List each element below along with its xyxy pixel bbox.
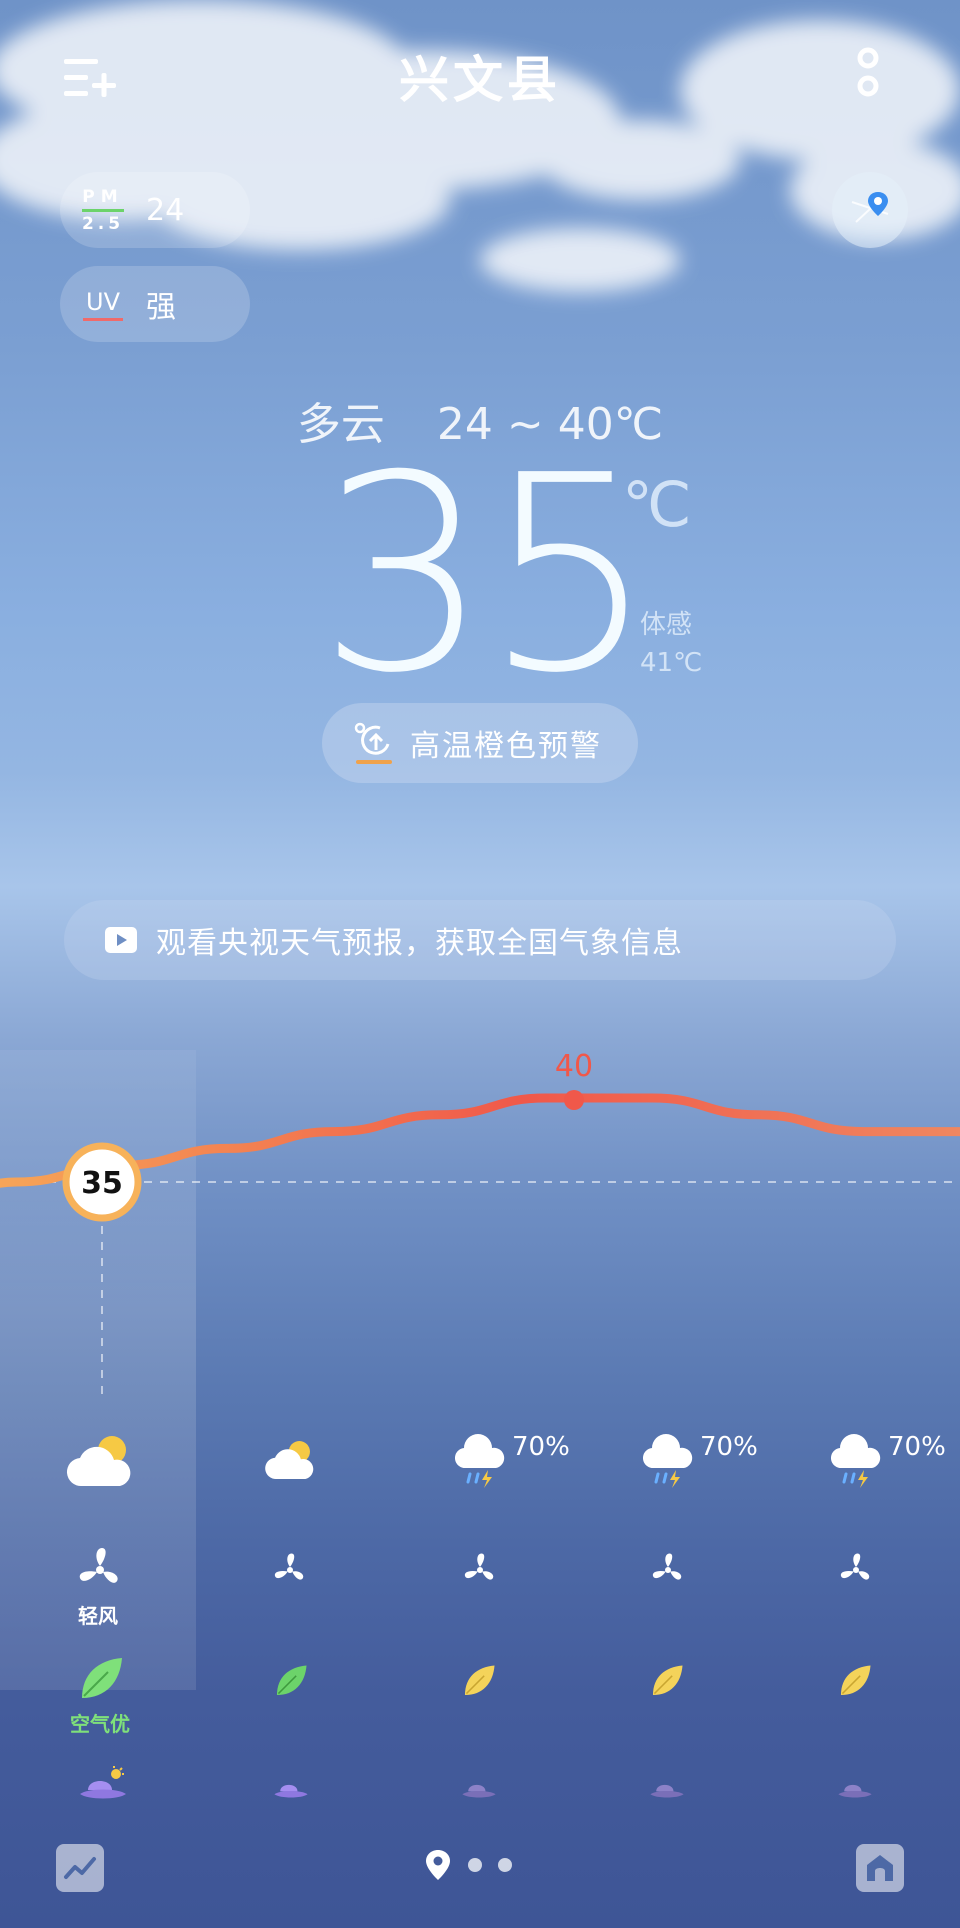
hour-0-air-label: 空气优: [70, 1712, 130, 1736]
hour-1-uv-icon: [272, 1774, 310, 1804]
hour-4-precip: 70%: [888, 1432, 946, 1462]
hour-0-weather-icon: [66, 1432, 136, 1494]
wind-fan-icon: [464, 1553, 494, 1580]
city-title: 兴文县: [399, 51, 561, 109]
hour-2-air-icon: [462, 1664, 496, 1702]
sun-hat-icon: [650, 1784, 684, 1798]
leaf-icon: [276, 1665, 307, 1696]
temperature-line: [0, 1093, 960, 1188]
leaf-icon: [652, 1665, 683, 1696]
uv-value: 强: [146, 290, 176, 325]
thunder-rain-icon: [642, 1434, 693, 1488]
temperature-unit: ℃: [622, 468, 692, 541]
partly-cloudy-icon: [265, 1441, 314, 1479]
sun-hat-icon: [80, 1766, 126, 1799]
more-menu-button[interactable]: [838, 44, 898, 112]
sun-hat-icon: [462, 1784, 496, 1798]
sun-hat-icon: [274, 1784, 308, 1798]
sun-hat-icon: [838, 1784, 872, 1798]
hour-4-weather-icon: [830, 1434, 882, 1494]
location-pin-icon: [426, 1850, 450, 1880]
thunder-rain-icon: [454, 1434, 505, 1488]
pm-label-bottom: 2.5: [81, 213, 125, 234]
hour-0-wind-icon: [76, 1546, 124, 1598]
peak-label: 40: [555, 1049, 593, 1084]
banner-text: 观看央视天气预报，获取全国气象信息: [156, 926, 683, 961]
temperature-chart: 40 35: [0, 1049, 960, 1395]
home-icon: [867, 1855, 893, 1881]
feels-like-label: 体感: [640, 610, 693, 640]
cctv-forecast-banner[interactable]: 观看央视天气预报，获取全国气象信息: [64, 900, 896, 980]
page-dot: [468, 1858, 482, 1872]
wind-fan-icon: [652, 1553, 682, 1580]
trend-chart-icon: [64, 1857, 96, 1879]
feels-like-value: 41℃: [640, 648, 703, 678]
hour-2-precip: 70%: [512, 1432, 570, 1462]
map-pin-icon: [851, 192, 889, 223]
trend-button[interactable]: [56, 1844, 104, 1892]
hour-0-air-icon: [78, 1656, 124, 1706]
pm25-value: 24: [146, 192, 185, 228]
page-indicator[interactable]: [424, 1848, 512, 1882]
wind-fan-icon: [79, 1548, 118, 1583]
hour-2-uv-icon: [460, 1774, 498, 1804]
feels-like: 体感 41℃: [640, 606, 702, 682]
video-play-icon: [105, 927, 137, 953]
hour-3-wind-icon: [650, 1552, 686, 1592]
leaf-icon: [840, 1665, 871, 1696]
home-button[interactable]: [856, 1844, 904, 1892]
wind-fan-icon: [274, 1553, 304, 1580]
hour-3-weather-icon: [642, 1434, 694, 1494]
alert-text: 高温橙色预警: [410, 729, 602, 764]
hour-4-uv-icon: [836, 1774, 874, 1804]
wind-fan-icon: [840, 1553, 870, 1580]
heat-alert-button[interactable]: 高温橙色预警: [322, 703, 638, 783]
page-dot: [498, 1858, 512, 1872]
pm25-label: PM 2.5: [60, 188, 146, 233]
hour-3-precip: 70%: [700, 1432, 758, 1462]
heat-warning-icon: [354, 722, 392, 764]
pm25-chip[interactable]: PM 2.5 24: [60, 172, 250, 248]
hour-2-weather-icon: [454, 1434, 506, 1494]
current-point-label: 35: [81, 1166, 123, 1201]
hour-0-wind-label: 轻风: [78, 1604, 118, 1628]
uv-label: UV: [60, 288, 146, 321]
hour-1-wind-icon: [272, 1552, 308, 1592]
hour-0-uv-icon: [78, 1766, 128, 1806]
leaf-icon: [464, 1665, 495, 1696]
thunder-rain-icon: [830, 1434, 881, 1488]
hour-2-wind-icon: [462, 1552, 498, 1592]
hour-4-wind-icon: [838, 1552, 874, 1592]
map-button[interactable]: [832, 172, 908, 248]
hour-3-uv-icon: [648, 1774, 686, 1804]
more-vertical-icon: [857, 47, 879, 97]
leaf-icon: [82, 1658, 122, 1698]
hour-3-air-icon: [650, 1664, 684, 1702]
peak-point: [564, 1090, 584, 1110]
uv-label-text: UV: [86, 287, 120, 316]
current-temperature: 35: [318, 417, 656, 732]
uv-chip[interactable]: UV 强: [60, 266, 250, 342]
hour-4-air-icon: [838, 1664, 872, 1702]
pm-label-top: PM: [82, 186, 124, 207]
hour-1-weather-icon: [264, 1438, 318, 1486]
partly-cloudy-icon: [66, 1436, 131, 1487]
hour-1-air-icon: [274, 1664, 308, 1702]
